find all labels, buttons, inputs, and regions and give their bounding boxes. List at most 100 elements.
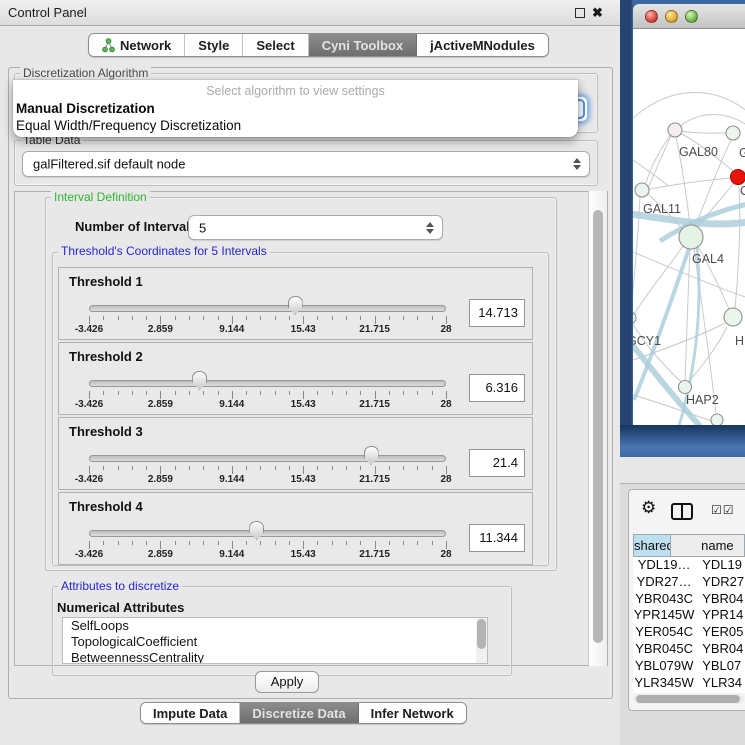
slider-thumb[interactable] (192, 371, 207, 390)
network-node[interactable] (731, 170, 745, 185)
tick-mark (103, 316, 104, 320)
network-node[interactable] (668, 123, 682, 137)
slider-track[interactable] (89, 530, 446, 537)
tick-label: 28 (440, 549, 451, 560)
network-node[interactable] (726, 126, 740, 140)
scrollbar-thumb[interactable] (593, 210, 603, 643)
tick-mark (432, 391, 433, 395)
columns-icon[interactable] (671, 503, 693, 520)
tick-mark (275, 316, 276, 320)
table-row[interactable]: YER054CYER05 (633, 624, 745, 641)
gear-icon[interactable]: ⚙ (641, 498, 656, 518)
threshold-value-field[interactable]: 6.316 (469, 374, 525, 402)
tab-impute-data[interactable]: Impute Data (141, 703, 240, 723)
tick-mark (189, 316, 190, 320)
cell-name: YER05 (695, 624, 745, 641)
tick-mark (389, 391, 390, 395)
tick-mark (375, 466, 376, 474)
attribute-list-item[interactable]: SelfLoops (63, 618, 487, 634)
column-header-shared-name[interactable]: shared… (633, 534, 671, 557)
network-view-canvas[interactable]: GAL80GAGAL11CGAL4GCY1HHAP2 (633, 29, 745, 425)
network-icon (102, 38, 115, 53)
attribute-list-item[interactable]: TopologicalCoefficient (63, 634, 487, 650)
table-row[interactable]: YLR345WYLR34 (633, 675, 745, 692)
number-of-intervals-label: Number of Intervals (75, 219, 197, 234)
network-edge (675, 130, 727, 133)
tab-infer-network[interactable]: Infer Network (359, 703, 466, 723)
table-row[interactable]: YBR045CYBR04 (633, 641, 745, 658)
table-rows[interactable]: YDL19…YDL19YDR27…YDR27YBR043CYBR04YPR145… (633, 557, 745, 693)
close-traffic-light[interactable] (645, 10, 658, 23)
attributes-scrollbar[interactable] (476, 618, 487, 663)
slider-thumb[interactable] (288, 296, 303, 315)
slider-track[interactable] (89, 455, 446, 462)
table-row[interactable]: YDL19…YDL19 (633, 557, 745, 574)
slider-tick-labels: -3.4262.8599.14415.4321.71528 (89, 399, 446, 411)
threshold-value-field[interactable]: 14.713 (469, 299, 525, 327)
slider-track[interactable] (89, 380, 446, 387)
tick-mark (346, 316, 347, 320)
popup-item-equal-width-frequency[interactable]: Equal Width/Frequency Discretization (16, 118, 241, 133)
network-node[interactable] (724, 308, 742, 326)
threshold-box: Threshold 2-3.4262.8599.14415.4321.71528… (58, 342, 533, 415)
tick-label: 2.859 (148, 399, 173, 410)
threshold-value-field[interactable]: 21.4 (469, 449, 525, 477)
tab-select[interactable]: Select (243, 34, 308, 56)
tab-cyni-toolbox[interactable]: Cyni Toolbox (309, 34, 417, 56)
tick-mark (203, 541, 204, 545)
network-window-titlebar[interactable] (633, 4, 745, 29)
tick-mark (146, 466, 147, 470)
tick-mark (132, 391, 133, 395)
control-panel-tabbar: Network Style Select Cyni Toolbox jActiv… (88, 33, 549, 57)
slider-thumb[interactable] (364, 446, 379, 465)
horizontal-scrollbar[interactable] (634, 694, 744, 704)
table-row[interactable]: YDR27…YDR27 (633, 574, 745, 591)
table-row[interactable]: YPR145WYPR14 (633, 607, 745, 624)
network-node[interactable] (635, 183, 649, 197)
network-node[interactable] (679, 381, 692, 394)
threshold-box: Threshold 4-3.4262.8599.14415.4321.71528… (58, 492, 533, 565)
close-icon[interactable]: ✖ (592, 5, 603, 21)
tab-jactivemnodules[interactable]: jActiveMNodules (417, 34, 548, 56)
table-row[interactable]: YIL052CYIL05 (633, 691, 745, 693)
scrollbar-thumb[interactable] (477, 619, 486, 649)
number-of-intervals-combobox[interactable]: 5 (188, 215, 443, 240)
tick-mark (246, 541, 247, 545)
slider-thumb[interactable] (249, 521, 264, 540)
popup-item-manual-discretization[interactable]: Manual Discretization (16, 101, 155, 116)
tick-mark (260, 391, 261, 395)
tick-mark (246, 391, 247, 395)
apply-button[interactable]: Apply (255, 671, 319, 693)
tick-mark (160, 316, 161, 324)
tick-mark (303, 541, 304, 549)
tick-mark (303, 466, 304, 474)
select-columns-checkboxes-icon[interactable]: ☑☑ (711, 503, 735, 517)
network-node[interactable] (633, 312, 636, 324)
slider-track[interactable] (89, 305, 446, 312)
tick-mark (346, 466, 347, 470)
number-of-intervals-value: 5 (199, 220, 206, 235)
table-row[interactable]: YBL079WYBL07 (633, 658, 745, 675)
tab-network[interactable]: Network (89, 34, 185, 56)
numerical-attributes-list[interactable]: SelfLoopsTopologicalCoefficientBetweenne… (62, 617, 488, 664)
attribute-list-item[interactable]: BetweennessCentrality (63, 650, 487, 664)
cell-name: YBR04 (695, 591, 745, 608)
tick-mark (289, 466, 290, 470)
network-window-bottom-frame (620, 425, 745, 457)
tab-discretize-data[interactable]: Discretize Data (240, 703, 358, 723)
network-node[interactable] (679, 225, 703, 249)
vertical-scrollbar[interactable] (588, 191, 607, 666)
network-node[interactable] (711, 414, 723, 425)
table-data-combobox[interactable]: galFiltered.sif default node (22, 151, 590, 177)
scrollbar-thumb[interactable] (636, 695, 740, 703)
column-header-name[interactable]: name (671, 534, 745, 557)
tick-mark (389, 466, 390, 470)
table-row[interactable]: YBR043CYBR04 (633, 591, 745, 608)
tab-style[interactable]: Style (185, 34, 243, 56)
node-label: GA (739, 146, 745, 160)
threshold-value-field[interactable]: 11.344 (469, 524, 525, 552)
control-panel-title: Control Panel (8, 5, 87, 20)
float-window-icon[interactable] (575, 8, 585, 18)
zoom-traffic-light[interactable] (685, 10, 698, 23)
minimize-traffic-light[interactable] (665, 10, 678, 23)
